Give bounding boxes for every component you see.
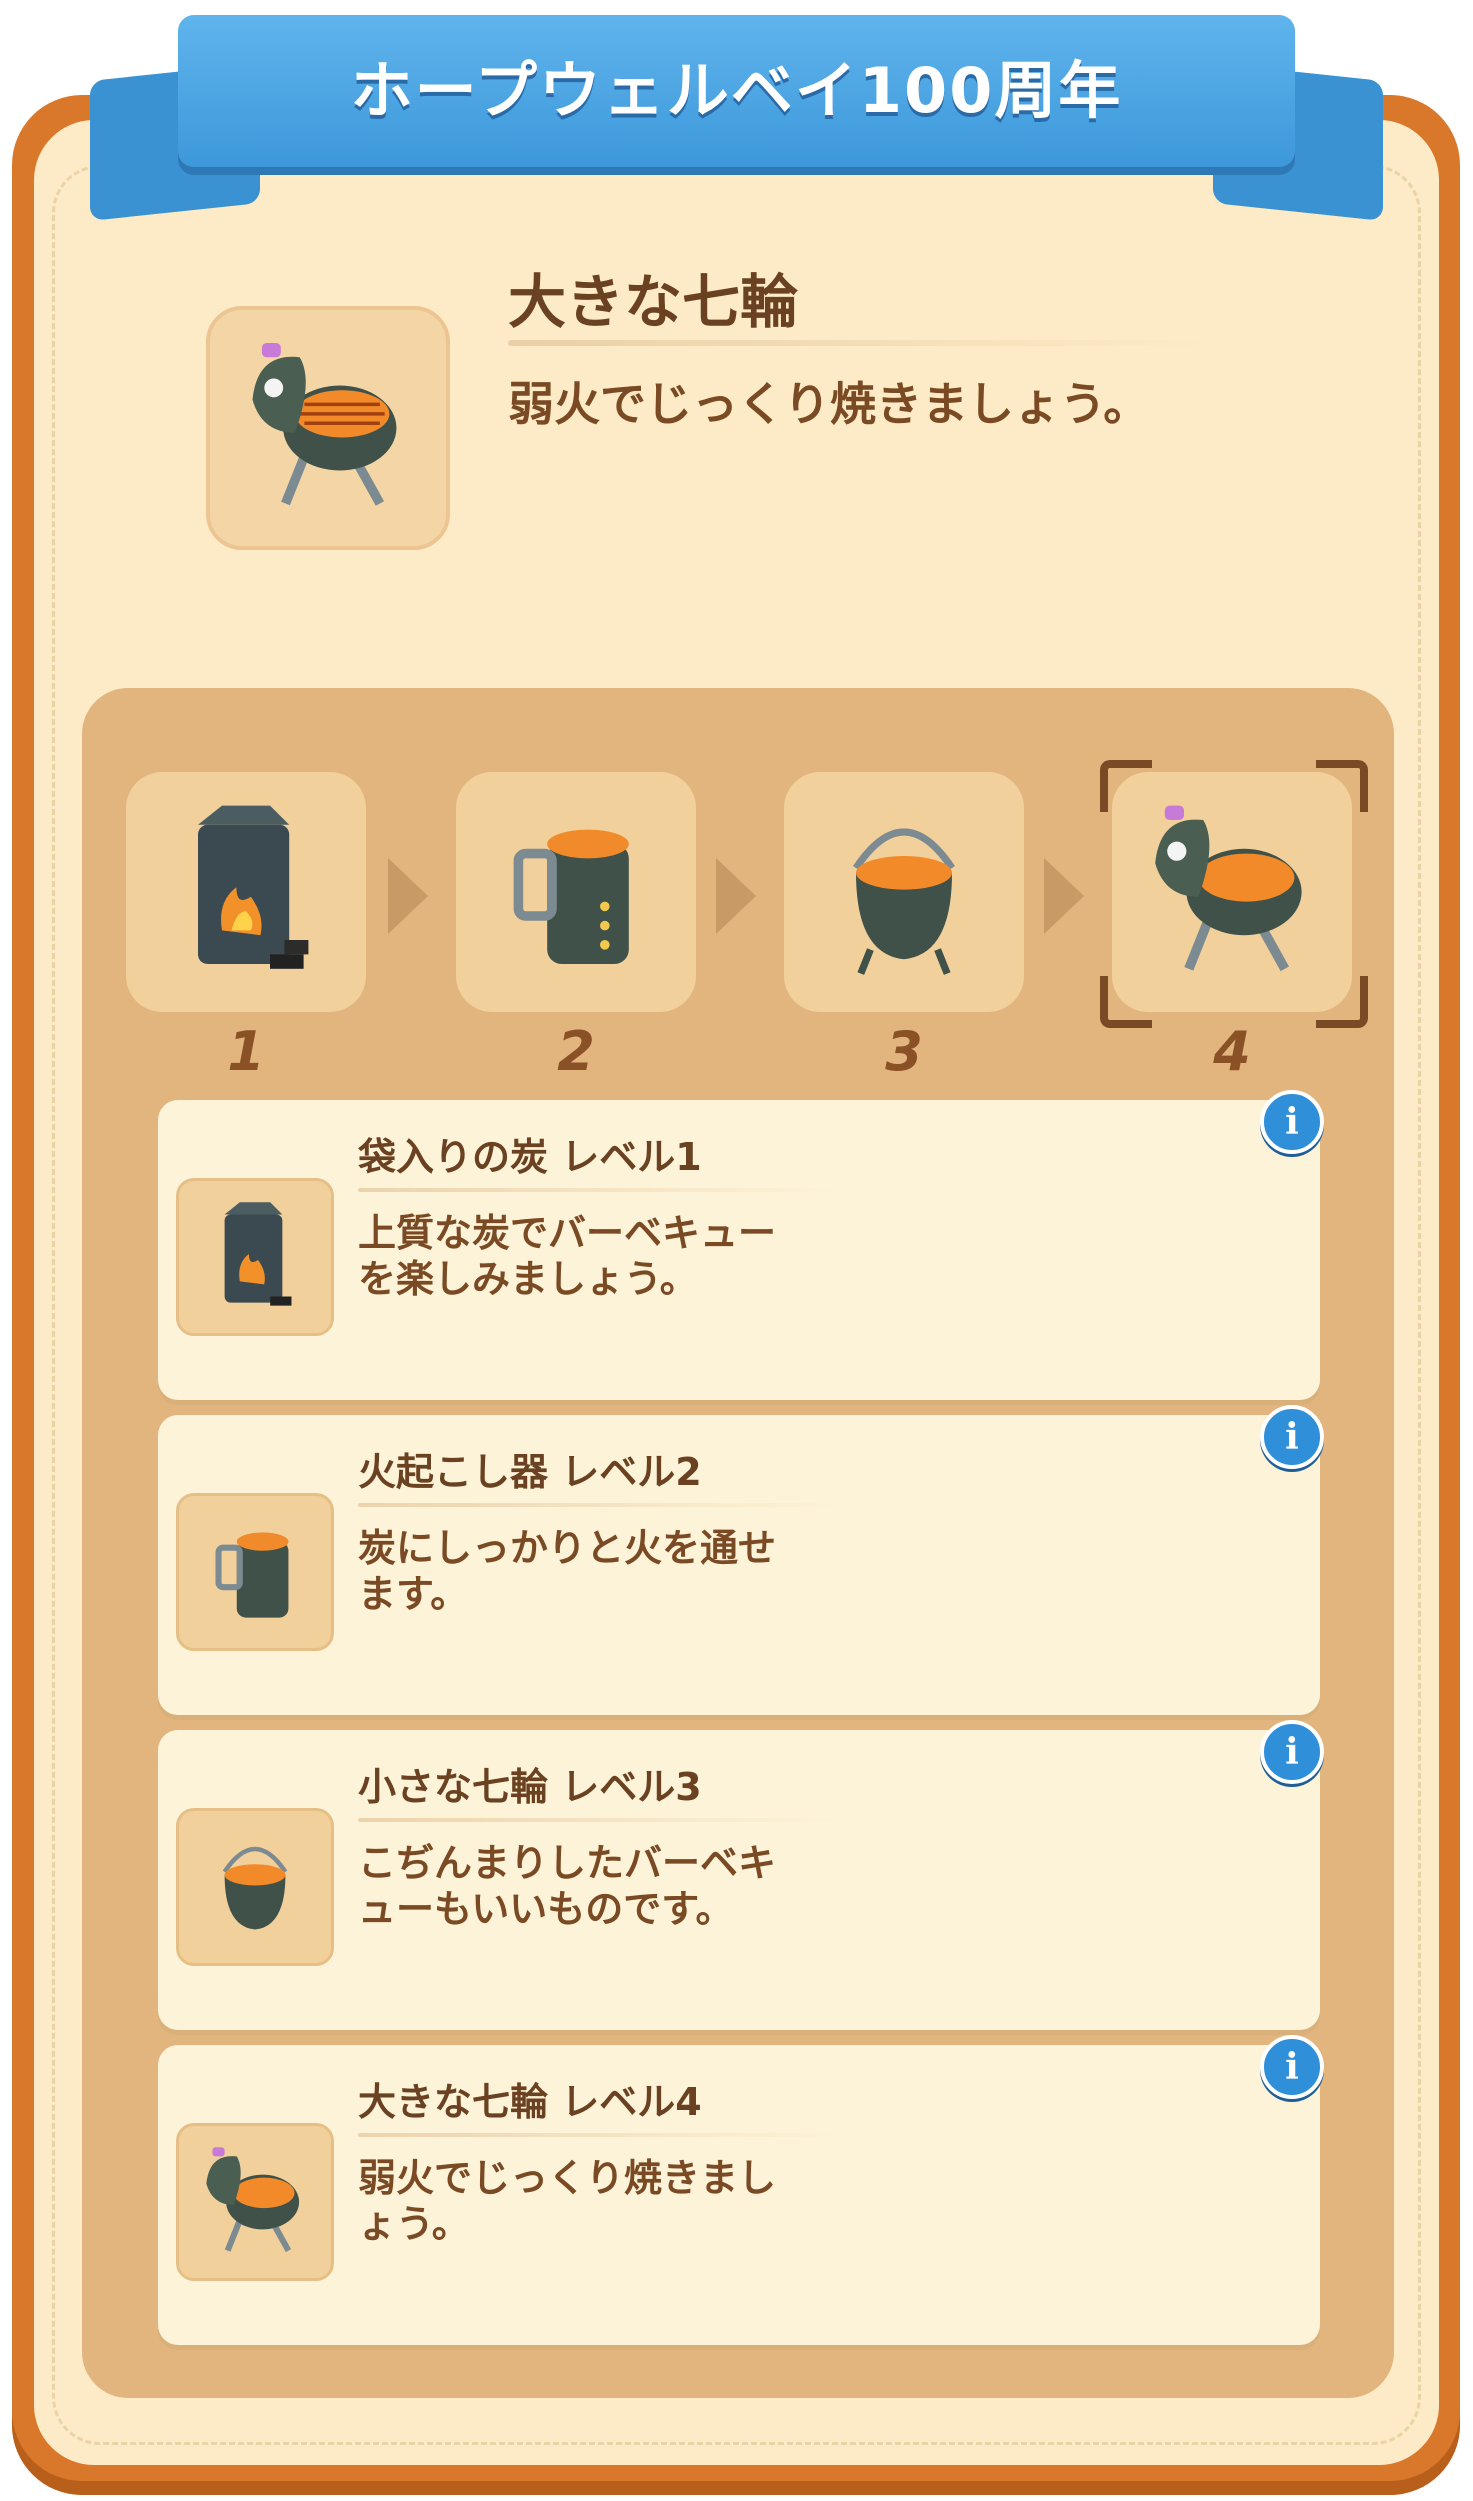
level-icon-frame	[176, 1808, 334, 1966]
stage-number: 2	[557, 1020, 595, 1083]
level-divider	[358, 1503, 838, 1507]
charcoal-bag-icon	[224, 1202, 292, 1306]
level-card: 袋入りの炭 レベル1 上質な炭でバーベキューを楽しみましょう。 i	[158, 1090, 1324, 1400]
level-title: 大きな七輪 レベル4	[358, 2080, 702, 2124]
info-icon[interactable]: i	[1260, 1405, 1324, 1469]
level-card: 火起こし器 レベル2 炭にしっかりと火を通せます。 i	[158, 1405, 1324, 1715]
info-icon[interactable]: i	[1260, 1720, 1324, 1784]
large-bbq-grill-icon	[206, 2147, 300, 2253]
level-card: 大きな七輪 レベル4 弱火でじっくり焼きましょう。 i	[158, 2035, 1324, 2345]
item-name-divider	[508, 340, 1208, 346]
item-icon-frame	[206, 306, 450, 550]
stage-number: 4	[1213, 1020, 1251, 1083]
level-icon-frame	[176, 2123, 334, 2281]
level-divider	[358, 1818, 838, 1822]
stage-arrow	[388, 858, 428, 934]
level-description: 炭にしっかりと火を通せます。	[358, 1526, 777, 1616]
charcoal-bag-icon	[198, 805, 309, 969]
level-icon-frame	[176, 1178, 334, 1336]
stage-1-slot[interactable]	[126, 772, 366, 1012]
level-description: 上質な炭でバーベキューを楽しみましょう。	[358, 1211, 777, 1301]
stage-arrow	[716, 858, 756, 934]
info-icon[interactable]: i	[1260, 1090, 1324, 1154]
level-title: 火起こし器 レベル2	[358, 1450, 702, 1494]
level-description: 弱火でじっくり焼きましょう。	[358, 2156, 777, 2246]
small-bbq-grill-icon	[853, 828, 955, 975]
level-divider	[358, 2133, 838, 2137]
level-title: 袋入りの炭 レベル1	[358, 1135, 702, 1179]
selection-corner	[1100, 760, 1152, 812]
stage-3-slot[interactable]	[784, 772, 1024, 1012]
stage-number: 1	[227, 1020, 265, 1083]
stage-arrow	[1044, 858, 1084, 934]
stage-number: 3	[885, 1020, 923, 1083]
chimney-starter-icon	[215, 1532, 289, 1618]
info-icon[interactable]: i	[1260, 2035, 1324, 2099]
level-icon-frame	[176, 1493, 334, 1651]
small-bbq-grill-icon	[222, 1846, 288, 1930]
level-title: 小さな七輪 レベル3	[358, 1765, 702, 1809]
selection-corner	[1316, 760, 1368, 812]
item-description: 弱火でじっくり焼きましょう。	[508, 377, 1150, 431]
level-card: 小さな七輪 レベル3 こぢんまりしたバーベキューもいいものです。 i	[158, 1720, 1324, 2030]
large-bbq-grill-icon	[252, 343, 397, 506]
stage-2-slot[interactable]	[456, 772, 696, 1012]
level-divider	[358, 1188, 838, 1192]
level-description: こぢんまりしたバーベキューもいいものです。	[358, 1841, 777, 1931]
popup-title: ホープウェルベイ100周年	[350, 54, 1123, 127]
item-name: 大きな七輪	[508, 268, 799, 336]
chimney-starter-icon	[513, 829, 629, 964]
